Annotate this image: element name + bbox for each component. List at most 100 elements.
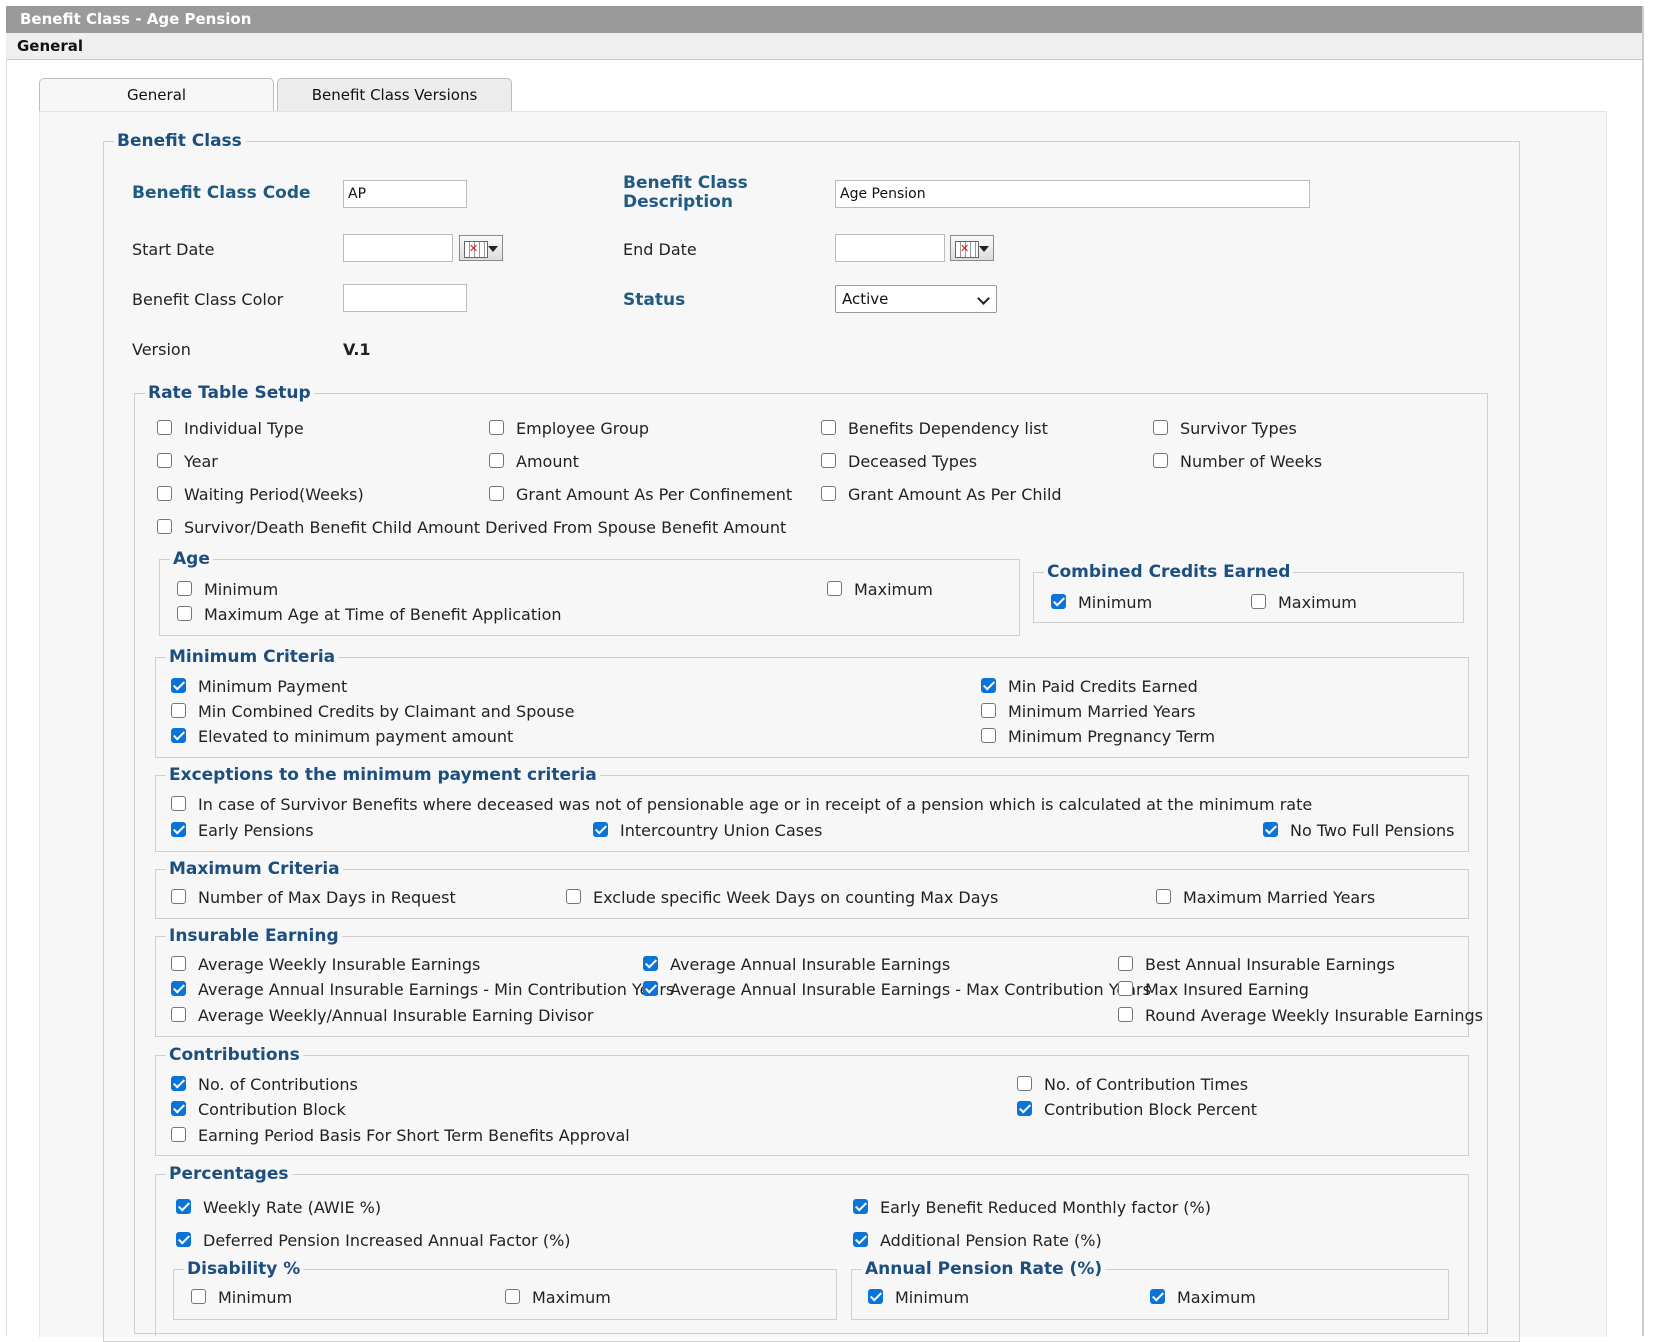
checkbox-box[interactable] [1017,1101,1032,1116]
checkbox-combined-credits-minimum[interactable]: Minimum [1051,593,1152,613]
checkbox-minimum-pregnancy-term[interactable]: Minimum Pregnancy Term [981,727,1215,747]
checkbox-box[interactable] [157,486,172,501]
checkbox-deceased-types[interactable]: Deceased Types [821,452,977,472]
checkbox-avg-weekly-insurable[interactable]: Average Weekly Insurable Earnings [171,955,480,975]
checkbox-maximum-married-years[interactable]: Maximum Married Years [1156,888,1375,908]
checkbox-box[interactable] [643,956,658,971]
checkbox-box[interactable] [821,453,836,468]
checkbox-annual-pension-maximum[interactable]: Maximum [1150,1288,1256,1308]
end-date-calendar-button[interactable]: ✕ [950,235,994,261]
checkbox-additional-pension-rate[interactable]: Additional Pension Rate (%) [853,1231,1102,1251]
checkbox-box[interactable] [176,1199,191,1214]
tab-general[interactable]: General [39,78,274,112]
checkbox-number-max-days[interactable]: Number of Max Days in Request [171,888,456,908]
checkbox-round-avg-weekly[interactable]: Round Average Weekly Insurable Earnings [1118,1006,1483,1026]
checkbox-earning-period-basis[interactable]: Earning Period Basis For Short Term Bene… [171,1126,630,1146]
checkbox-box[interactable] [566,889,581,904]
checkbox-box[interactable] [821,420,836,435]
checkbox-box[interactable] [1150,1289,1165,1304]
checkbox-survivor-types[interactable]: Survivor Types [1153,419,1297,439]
checkbox-box[interactable] [171,678,186,693]
checkbox-box[interactable] [1051,594,1066,609]
checkbox-minimum-payment[interactable]: Minimum Payment [171,677,347,697]
checkbox-box[interactable] [981,703,996,718]
checkbox-waiting-period[interactable]: Waiting Period(Weeks) [157,485,364,505]
checkbox-box[interactable] [1263,822,1278,837]
checkbox-disability-maximum[interactable]: Maximum [505,1288,611,1308]
checkbox-box[interactable] [489,486,504,501]
checkbox-number-of-weeks[interactable]: Number of Weeks [1153,452,1322,472]
checkbox-contribution-block[interactable]: Contribution Block [171,1100,346,1120]
checkbox-earning-divisor[interactable]: Average Weekly/Annual Insurable Earning … [171,1006,593,1026]
checkbox-box[interactable] [593,822,608,837]
checkbox-grant-amount-confinement[interactable]: Grant Amount As Per Confinement [489,485,792,505]
checkbox-grant-amount-child[interactable]: Grant Amount As Per Child [821,485,1062,505]
checkbox-age-minimum[interactable]: Minimum [177,580,278,600]
checkbox-no-of-contribution-times[interactable]: No. of Contribution Times [1017,1075,1248,1095]
checkbox-early-pensions[interactable]: Early Pensions [171,821,314,841]
start-date-calendar-button[interactable]: ✕ [459,235,503,261]
checkbox-weekly-rate-awie[interactable]: Weekly Rate (AWIE %) [176,1198,381,1218]
checkbox-amount[interactable]: Amount [489,452,579,472]
checkbox-elevated-minimum-payment[interactable]: Elevated to minimum payment amount [171,727,513,747]
checkbox-box[interactable] [171,1076,186,1091]
checkbox-box[interactable] [1251,594,1266,609]
checkbox-box[interactable] [171,1127,186,1142]
checkbox-box[interactable] [981,728,996,743]
checkbox-box[interactable] [1153,420,1168,435]
checkbox-disability-minimum[interactable]: Minimum [191,1288,292,1308]
checkbox-box[interactable] [1118,956,1133,971]
status-select[interactable]: Active [835,285,997,313]
checkbox-avg-annual-max-contribution[interactable]: Average Annual Insurable Earnings - Max … [643,980,1151,1000]
checkbox-early-benefit-reduced[interactable]: Early Benefit Reduced Monthly factor (%) [853,1198,1211,1218]
checkbox-age-maximum[interactable]: Maximum [827,580,933,600]
checkbox-intercountry-union-cases[interactable]: Intercountry Union Cases [593,821,822,841]
checkbox-box[interactable] [157,519,172,534]
checkbox-annual-pension-minimum[interactable]: Minimum [868,1288,969,1308]
checkbox-benefits-dependency-list[interactable]: Benefits Dependency list [821,419,1048,439]
checkbox-individual-type[interactable]: Individual Type [157,419,304,439]
benefit-class-code-input[interactable]: AP [343,180,467,208]
checkbox-max-age-at-application[interactable]: Maximum Age at Time of Benefit Applicati… [177,605,562,625]
checkbox-box[interactable] [853,1232,868,1247]
checkbox-box[interactable] [171,822,186,837]
checkbox-deferred-pension-factor[interactable]: Deferred Pension Increased Annual Factor… [176,1231,571,1251]
checkbox-box[interactable] [171,981,186,996]
checkbox-min-paid-credits[interactable]: Min Paid Credits Earned [981,677,1198,697]
checkbox-box[interactable] [1017,1076,1032,1091]
checkbox-box[interactable] [643,981,658,996]
checkbox-box[interactable] [176,1232,191,1247]
checkbox-box[interactable] [171,1007,186,1022]
tab-benefit-class-versions[interactable]: Benefit Class Versions [277,78,512,111]
start-date-input[interactable] [343,234,453,262]
checkbox-box[interactable] [191,1289,206,1304]
checkbox-minimum-married-years[interactable]: Minimum Married Years [981,702,1195,722]
checkbox-exclude-week-days[interactable]: Exclude specific Week Days on counting M… [566,888,998,908]
checkbox-box[interactable] [489,453,504,468]
checkbox-contribution-block-percent[interactable]: Contribution Block Percent [1017,1100,1257,1120]
checkbox-combined-credits-maximum[interactable]: Maximum [1251,593,1357,613]
checkbox-box[interactable] [1153,453,1168,468]
checkbox-box[interactable] [171,956,186,971]
checkbox-box[interactable] [853,1199,868,1214]
checkbox-box[interactable] [868,1289,883,1304]
benefit-class-description-input[interactable]: Age Pension [835,180,1310,208]
checkbox-box[interactable] [157,420,172,435]
benefit-class-color-input[interactable] [343,284,467,312]
checkbox-max-insured-earning[interactable]: Max Insured Earning [1118,980,1309,1000]
checkbox-box[interactable] [489,420,504,435]
checkbox-box[interactable] [1118,981,1133,996]
checkbox-box[interactable] [157,453,172,468]
checkbox-employee-group[interactable]: Employee Group [489,419,649,439]
checkbox-year[interactable]: Year [157,452,218,472]
checkbox-box[interactable] [981,678,996,693]
checkbox-box[interactable] [505,1289,520,1304]
checkbox-survivor-death-child-amount[interactable]: Survivor/Death Benefit Child Amount Deri… [157,518,786,538]
checkbox-best-annual-insurable[interactable]: Best Annual Insurable Earnings [1118,955,1395,975]
checkbox-min-combined-credits[interactable]: Min Combined Credits by Claimant and Spo… [171,702,574,722]
checkbox-box[interactable] [171,796,186,811]
checkbox-no-two-full-pensions[interactable]: No Two Full Pensions [1263,821,1454,841]
checkbox-box[interactable] [171,1101,186,1116]
checkbox-box[interactable] [827,581,842,596]
end-date-input[interactable] [835,234,945,262]
